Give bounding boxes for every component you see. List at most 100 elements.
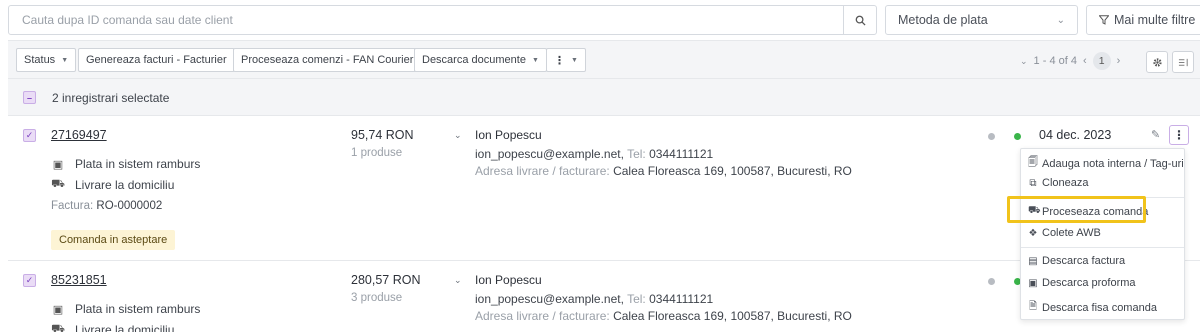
bulk-toolbar: Status ▼ Genereaza facturi - Facturier P… — [8, 40, 1200, 78]
kebab-icon: ⋮ — [1173, 128, 1185, 142]
next-page-icon[interactable]: › — [1117, 55, 1121, 67]
customer-name: Ion Popescu — [475, 273, 542, 287]
menu-item-download-proforma[interactable]: ▣ Descarca proforma — [1028, 277, 1136, 289]
menu-item-process-order[interactable]: ⛟ Proceseaza comanda — [1028, 205, 1148, 218]
pencil-icon[interactable]: ✎ — [1151, 128, 1160, 141]
download-documents-dropdown[interactable]: Descarca documente ▼ — [414, 48, 547, 72]
generate-invoices-label: Genereaza facturi - Facturier — [86, 54, 227, 66]
prev-page-icon[interactable]: ‹ — [1083, 55, 1087, 67]
phone-label: Tel: — [627, 147, 646, 161]
order-date: 04 dec. 2023 — [1039, 128, 1112, 142]
customer-contact: ion_popescu@example.net, Tel: 0344111121 — [475, 292, 713, 306]
selection-bar: – 2 inregistrari selectate — [8, 78, 1200, 116]
truck-icon: ⛟ — [51, 178, 65, 190]
customer-contact: ion_popescu@example.net, Tel: 0344111121 — [475, 147, 713, 161]
expand-chevron-icon[interactable]: ⌄ — [454, 275, 462, 286]
generate-invoices-button[interactable]: Genereaza facturi - Facturier — [78, 48, 235, 72]
select-all-checkbox[interactable]: – — [23, 91, 36, 104]
note-icon: 🗐 — [1028, 157, 1038, 168]
package-icon: ❖ — [1028, 227, 1038, 239]
status-badge-label: Comanda in asteptare — [59, 234, 168, 246]
address-label: Adresa livrare / facturare: — [475, 164, 610, 178]
row-checkbox[interactable]: ✓ — [23, 274, 36, 287]
cash-icon: ▣ — [52, 158, 64, 171]
customer-address: Adresa livrare / facturare: Calea Florea… — [475, 309, 852, 323]
pagination: ⌄ 1 - 4 of 4 ‹ 1 › — [1020, 52, 1120, 70]
process-orders-button[interactable]: Proceseaza comenzi - FAN Courier — [233, 48, 422, 72]
menu-item-label: Cloneaza — [1042, 177, 1089, 189]
customer-name: Ion Popescu — [475, 128, 542, 142]
customer-phone: 0344111121 — [649, 292, 714, 306]
menu-item-download-order-sheet[interactable]: 🗎 Descarca fisa comanda — [1028, 299, 1157, 316]
status-dot-grey — [988, 278, 995, 285]
menu-divider — [1021, 247, 1184, 248]
payment-method-label: Plata in sistem ramburs — [75, 302, 201, 316]
order-id-link[interactable]: 85231851 — [51, 273, 107, 287]
payment-method-select[interactable]: Metoda de plata ⌄ — [885, 5, 1078, 35]
menu-item-clone[interactable]: ⧉ Cloneaza — [1028, 177, 1088, 189]
customer-email: ion_popescu@example.net, — [475, 292, 624, 306]
delivery-method-label: Livrare la domiciliu — [75, 178, 175, 192]
top-bar: Metoda de plata ⌄ Mai multe filtre — [0, 0, 1200, 40]
caret-down-icon: ▼ — [61, 56, 69, 64]
customer-address: Adresa livrare / facturare: Calea Florea… — [475, 164, 852, 178]
delivery-method-label: Livrare la domiciliu — [75, 323, 175, 332]
delivery-method: ⛟ Livrare la domiciliu — [51, 323, 174, 332]
caret-down-icon: ▼ — [531, 56, 539, 64]
pagination-range: 1 - 4 of 4 — [1033, 55, 1077, 67]
customer-phone: 0344111121 — [649, 147, 714, 161]
invoice-number: RO-0000002 — [96, 200, 163, 212]
chevron-down-icon[interactable]: ⌄ — [1020, 56, 1028, 67]
more-filters-label: Mai multe filtre — [1114, 13, 1196, 27]
columns-button[interactable] — [1172, 51, 1194, 73]
payment-method-value: Metoda de plata — [898, 13, 988, 27]
copy-icon: ⧉ — [1029, 177, 1037, 189]
document-icon: 🗎 — [1028, 301, 1038, 312]
status-dot-grey — [988, 133, 995, 140]
payment-method: ▣ Plata in sistem ramburs — [51, 302, 201, 316]
search-icon — [855, 15, 866, 26]
page-number[interactable]: 1 — [1092, 52, 1111, 70]
selection-count: 2 inregistrari selectate — [52, 91, 170, 105]
search-input[interactable] — [10, 7, 845, 33]
row-actions-menu: 🗐 Adauga nota interna / Tag-uri ⧉ Clonea… — [1020, 148, 1185, 320]
status-dropdown-label: Status — [24, 54, 56, 66]
product-count: 3 produse — [351, 292, 403, 304]
gear-icon — [1152, 57, 1162, 67]
status-dropdown[interactable]: Status ▼ — [16, 48, 77, 72]
order-total: 95,74 RON — [351, 128, 414, 142]
menu-item-awb-parcels[interactable]: ❖ Colete AWB — [1028, 227, 1101, 239]
kebab-icon: ⋮ — [554, 54, 565, 67]
menu-item-label: Descarca factura — [1042, 255, 1126, 267]
columns-icon — [1178, 58, 1188, 66]
phone-label: Tel: — [627, 292, 646, 306]
chevron-down-icon: ⌄ — [1056, 15, 1065, 26]
menu-item-download-invoice[interactable]: ▤ Descarca factura — [1028, 255, 1125, 267]
invoice-info: Factura: RO-0000002 — [51, 200, 162, 212]
menu-item-label: Descarca proforma — [1042, 277, 1136, 289]
address-value: Calea Floreasca 169, 100587, Bucuresti, … — [613, 164, 852, 178]
order-id-link[interactable]: 27169497 — [51, 128, 107, 142]
product-count: 1 produse — [351, 147, 403, 159]
status-badge: Comanda in asteptare — [51, 230, 176, 250]
menu-item-label: Adauga nota interna / Tag-uri — [1042, 157, 1184, 170]
truck-icon: ⛟ — [1028, 205, 1041, 216]
download-documents-label: Descarca documente — [422, 54, 526, 66]
menu-item-add-note[interactable]: 🗐 Adauga nota interna / Tag-uri — [1028, 155, 1184, 172]
cash-icon: ▣ — [52, 303, 64, 316]
delivery-method: ⛟ Livrare la domiciliu — [51, 178, 174, 192]
row-checkbox[interactable]: ✓ — [23, 129, 36, 142]
payment-method-label: Plata in sistem ramburs — [75, 157, 201, 171]
expand-chevron-icon[interactable]: ⌄ — [454, 130, 462, 141]
address-label: Adresa livrare / facturare: — [475, 309, 610, 323]
row-actions-button[interactable]: ⋮ — [1169, 125, 1189, 145]
truck-icon: ⛟ — [51, 323, 65, 332]
settings-button[interactable] — [1146, 51, 1168, 73]
more-actions-dropdown[interactable]: ⋮ ▼ — [546, 48, 586, 72]
search-button[interactable] — [843, 6, 876, 34]
customer-email: ion_popescu@example.net, — [475, 147, 624, 161]
order-total: 280,57 RON — [351, 273, 421, 287]
menu-item-label: Colete AWB — [1042, 227, 1101, 239]
more-filters-button[interactable]: Mai multe filtre — [1086, 5, 1200, 35]
invoice-label: Factura: — [51, 200, 94, 212]
